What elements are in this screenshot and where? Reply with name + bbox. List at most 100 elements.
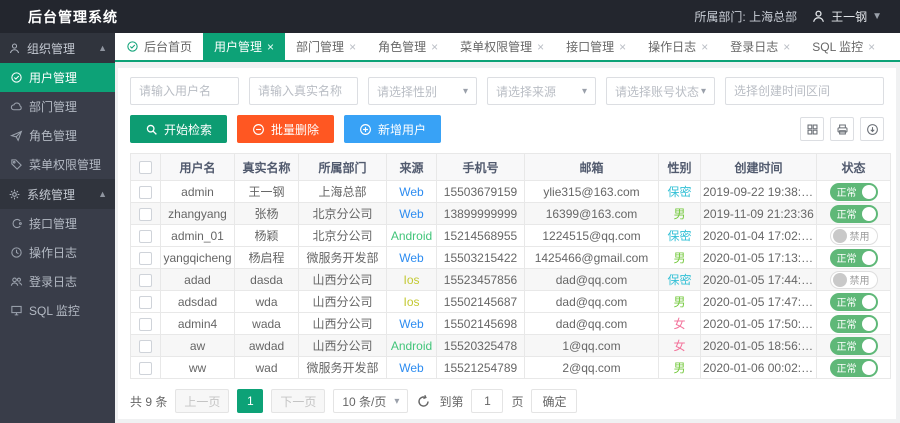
search-icon — [145, 123, 158, 136]
row-checkbox[interactable] — [139, 274, 152, 287]
print-button[interactable] — [830, 117, 854, 141]
tab[interactable]: 菜单权限管理× — [449, 33, 555, 60]
batch-delete-button[interactable]: 批量删除 — [237, 115, 334, 143]
cell-created-time: 2019-09-22 19:38:05 — [701, 181, 817, 203]
cell-department: 北京分公司 — [299, 203, 387, 225]
goto-confirm-button[interactable]: 确定 — [531, 389, 577, 413]
tab-bar: 后台首页用户管理×部门管理×角色管理×菜单权限管理×接口管理×操作日志×登录日志… — [115, 33, 900, 62]
search-button[interactable]: 开始检索 — [130, 115, 227, 143]
row-checkbox[interactable] — [139, 230, 152, 243]
tab[interactable]: 接口管理× — [555, 33, 637, 60]
user-menu[interactable]: 王一钢 ▼ — [811, 8, 882, 25]
chevron-down-icon[interactable]: ▼ — [872, 11, 882, 22]
select-all-checkbox[interactable] — [139, 161, 152, 174]
cell-username: ww — [161, 357, 235, 379]
tab[interactable]: 角色管理× — [367, 33, 449, 60]
cell-email: dad@qq.com — [525, 269, 659, 291]
row-checkbox[interactable] — [139, 252, 152, 265]
username-filter-input[interactable] — [130, 77, 239, 105]
download-circle-icon — [866, 123, 879, 136]
row-checkbox[interactable] — [139, 208, 152, 221]
tab[interactable]: 用户管理× — [203, 33, 285, 60]
tab[interactable]: 后台首页 — [115, 33, 203, 60]
status-toggle[interactable]: 正常 — [830, 293, 878, 311]
close-icon[interactable]: × — [267, 41, 274, 53]
sidebar-item[interactable]: 登录日志 — [0, 267, 115, 296]
sidebar-item[interactable]: 接口管理 — [0, 209, 115, 238]
tab[interactable]: 登录日志× — [719, 33, 801, 60]
tab[interactable]: 操作日志× — [637, 33, 719, 60]
cell-phone: 15523457856 — [437, 269, 525, 291]
sidebar-item[interactable]: 操作日志 — [0, 238, 115, 267]
sidebar-item[interactable]: 部门管理 — [0, 92, 115, 121]
refresh-icon[interactable] — [416, 394, 431, 409]
sidebar-group-header[interactable]: 系统管理▲ — [0, 179, 115, 209]
row-checkbox[interactable] — [139, 362, 152, 375]
add-user-button[interactable]: 新增用户 — [344, 115, 441, 143]
filter-columns-button[interactable] — [800, 117, 824, 141]
prev-page-button[interactable]: 上一页 — [175, 389, 229, 413]
cell-realname: 张杨 — [235, 203, 299, 225]
sidebar-item-label: 登录日志 — [29, 273, 77, 290]
chevron-down-icon: ▾ — [463, 86, 468, 97]
search-filters: 请选择性别 ▾ 请选择来源 ▾ 请选择账号状态 ▾ — [130, 77, 884, 105]
status-toggle[interactable]: 正常 — [830, 183, 878, 201]
close-icon[interactable]: × — [619, 41, 626, 53]
tab[interactable]: 部门管理× — [285, 33, 367, 60]
sidebar-item[interactable]: 用户管理 — [0, 63, 115, 92]
row-checkbox[interactable] — [139, 318, 152, 331]
sidebar-group-header[interactable]: 组织管理▲ — [0, 33, 115, 63]
page-size-select[interactable]: 10 条/页 ▾ — [333, 389, 408, 413]
row-checkbox[interactable] — [139, 186, 152, 199]
close-icon[interactable]: × — [431, 41, 438, 53]
source-select[interactable]: 请选择来源 ▾ — [487, 77, 596, 105]
export-button[interactable] — [860, 117, 884, 141]
column-header: 创建时间 — [701, 154, 817, 181]
next-page-button[interactable]: 下一页 — [271, 389, 325, 413]
row-checkbox[interactable] — [139, 296, 152, 309]
cell-email: 1425466@gmail.com — [525, 247, 659, 269]
sidebar-group-label: 系统管理 — [27, 186, 75, 203]
account-status-select[interactable]: 请选择账号状态 ▾ — [606, 77, 715, 105]
cell-gender: 保密 — [659, 181, 701, 203]
cell-realname: wad — [235, 357, 299, 379]
sidebar-item[interactable]: SQL 监控 — [0, 296, 115, 325]
sidebar-item[interactable]: 菜单权限管理 — [0, 150, 115, 179]
cell-gender: 男 — [659, 247, 701, 269]
chevron-down-icon: ▾ — [582, 86, 587, 97]
cell-realname: wada — [235, 313, 299, 335]
close-icon[interactable]: × — [537, 41, 544, 53]
cell-phone: 15502145687 — [437, 291, 525, 313]
column-header: 状态 — [817, 154, 891, 181]
top-header: 后台管理系统 所属部门: 上海总部 王一钢 ▼ — [0, 0, 900, 33]
status-toggle[interactable]: 正常 — [830, 249, 878, 267]
table-row: yangqicheng杨启程微服务开发部Web15503215422142546… — [131, 247, 891, 269]
tab[interactable]: SQL 监控× — [801, 33, 886, 60]
row-checkbox[interactable] — [139, 340, 152, 353]
sidebar: 组织管理▲用户管理部门管理角色管理菜单权限管理系统管理▲接口管理操作日志登录日志… — [0, 33, 115, 423]
cell-username: zhangyang — [161, 203, 235, 225]
tag-icon — [10, 158, 23, 171]
status-toggle[interactable]: 禁用 — [830, 227, 878, 245]
status-toggle[interactable]: 正常 — [830, 315, 878, 333]
source-select-placeholder: 请选择来源 — [496, 83, 556, 100]
page-number-button[interactable]: 1 — [237, 389, 263, 413]
close-icon[interactable]: × — [783, 41, 790, 53]
realname-filter-input[interactable] — [249, 77, 358, 105]
sidebar-item[interactable]: 角色管理 — [0, 121, 115, 150]
toolbar: 开始检索 批量删除 新增用户 — [130, 115, 884, 143]
created-daterange-input[interactable] — [725, 77, 884, 105]
close-icon[interactable]: × — [349, 41, 356, 53]
gender-select[interactable]: 请选择性别 ▾ — [368, 77, 477, 105]
api-icon — [10, 217, 23, 230]
close-icon[interactable]: × — [701, 41, 708, 53]
status-toggle[interactable]: 禁用 — [830, 271, 878, 289]
status-toggle[interactable]: 正常 — [830, 205, 878, 223]
goto-page-input[interactable] — [471, 389, 503, 413]
close-icon[interactable]: × — [868, 41, 875, 53]
status-toggle[interactable]: 正常 — [830, 337, 878, 355]
table-row: admin4wada山西分公司Web15502145698dad@qq.com女… — [131, 313, 891, 335]
cell-realname: awdad — [235, 335, 299, 357]
gender-select-placeholder: 请选择性别 — [377, 83, 437, 100]
status-toggle[interactable]: 正常 — [830, 359, 878, 377]
